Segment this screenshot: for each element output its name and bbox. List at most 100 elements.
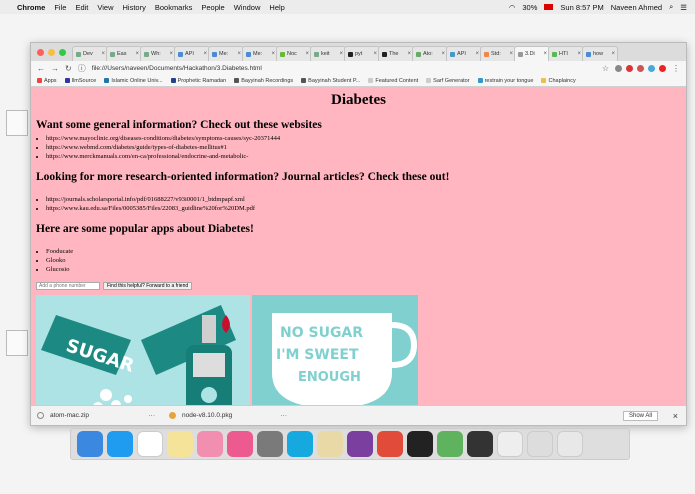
tab[interactable]: Wh: × [140, 46, 176, 61]
apps-heading: Here are some popular apps about Diabete… [36, 223, 254, 235]
link-item[interactable]: https://www.webmd.com/diabetes/guide/typ… [46, 143, 686, 152]
tab[interactable]: Std: × [480, 46, 516, 61]
notes-icon[interactable] [167, 431, 193, 457]
tab[interactable]: Ato: × [412, 46, 448, 61]
tab[interactable]: pyt × [344, 46, 380, 61]
flag-icon[interactable] [544, 4, 554, 10]
tab[interactable]: HTI × [548, 46, 584, 61]
forward-icon[interactable]: → [51, 64, 59, 73]
photos-icon[interactable] [197, 431, 223, 457]
close-icon[interactable]: × [673, 411, 678, 421]
menu-edit[interactable]: Edit [75, 3, 88, 12]
sugar-packet-image: SUGAR [41, 305, 236, 405]
minimize-window-button[interactable] [48, 49, 55, 56]
tab[interactable]: API × [174, 46, 210, 61]
reload-icon[interactable]: ↻ [65, 64, 72, 73]
link-item[interactable]: https://www.merckmanuals.com/en-ca/profe… [46, 152, 686, 161]
system-preferences-icon[interactable] [257, 431, 283, 457]
tab[interactable]: keit × [310, 46, 346, 61]
extension-icon[interactable] [648, 64, 655, 72]
menu-app-name[interactable]: Chrome [17, 3, 45, 12]
bookmark-item[interactable]: Bayyinah Recordings [234, 78, 293, 84]
menu-help[interactable]: Help [269, 3, 284, 12]
show-all-button[interactable]: Show All [622, 410, 658, 421]
skype-icon[interactable] [287, 431, 313, 457]
desktop-file-icon[interactable] [6, 330, 28, 356]
clock[interactable]: Sun 8:57 PM [560, 3, 603, 12]
menu-history[interactable]: History [123, 3, 146, 12]
close-window-button[interactable] [37, 49, 44, 56]
back-icon[interactable]: ← [37, 64, 45, 73]
wifi-icon[interactable]: ◠ [509, 3, 516, 12]
tab[interactable]: Me: × [242, 46, 278, 61]
menu-people[interactable]: People [201, 3, 224, 12]
bookmark-item[interactable]: IlmSource [64, 78, 96, 84]
link-item[interactable]: https://journals.scholarsportal.info/pdf… [46, 195, 686, 204]
bookmark-item[interactable]: restrain your tongue [477, 78, 533, 84]
extension-icon[interactable] [615, 64, 622, 72]
page-title: Diabetes [331, 92, 386, 108]
battery-percent[interactable]: 30% [522, 3, 537, 12]
bookmark-folder[interactable]: Chaplaincy [541, 78, 576, 84]
download-item[interactable]: atom-mac.zip ··· [37, 412, 155, 419]
pages-icon[interactable] [317, 431, 343, 457]
tab[interactable]: Noc × [276, 46, 312, 61]
bookmark-item[interactable]: Prophetic Ramadan [170, 78, 226, 84]
cup-text-line3: ENOUGH [298, 370, 361, 385]
browser-window: Dev × Eas × Wh: × API × Me: × Me: × Noc × keit ×… [30, 42, 687, 426]
menu-file[interactable]: File [54, 3, 66, 12]
terminal-icon[interactable] [407, 431, 433, 457]
tab[interactable]: Dev × [72, 46, 108, 61]
menu-bar: Chrome File Edit View History Bookmarks … [0, 0, 695, 14]
tab[interactable]: Me: × [208, 46, 244, 61]
finder-icon[interactable] [77, 431, 103, 457]
calendar-icon[interactable] [137, 431, 163, 457]
download-item[interactable]: node-v8.10.0.pkg ··· [169, 412, 287, 419]
tab[interactable]: API × [446, 46, 482, 61]
bookmark-star-icon[interactable]: ☆ [602, 64, 609, 73]
forward-button[interactable]: Find this helpful? Forward to a friend [103, 282, 193, 290]
bookmarks-bar: Apps IlmSource Islamic Online Univ... Pr… [31, 75, 686, 87]
bookmark-item[interactable]: Featured Content [368, 78, 418, 84]
menu-bookmarks[interactable]: Bookmarks [155, 3, 193, 12]
cup-text-line1: NO SUGAR [280, 325, 363, 341]
bookmark-apps[interactable]: Apps [37, 78, 57, 84]
desktop-file-icon[interactable] [6, 110, 28, 136]
dock [70, 428, 630, 460]
info-icon[interactable]: ⓘ [78, 63, 86, 74]
bookmark-item[interactable]: Bayyinah Student P... [301, 78, 360, 84]
tab[interactable]: The × [378, 46, 414, 61]
phone-input[interactable] [36, 282, 100, 290]
menu-kebab-icon[interactable]: ⋮ [672, 64, 680, 73]
tab[interactable]: how × [582, 46, 618, 61]
list-icon[interactable]: ☰ [680, 3, 687, 12]
window-controls [31, 49, 72, 61]
link-item[interactable]: https://www.kau.edu.sa/Files/0005385/Fil… [46, 204, 686, 213]
onenote-icon[interactable] [347, 431, 373, 457]
address-bar[interactable]: file:///Users/naveen/Documents/Hackathon… [92, 65, 602, 72]
apps-list: Fooducate Glooko Glucosio [46, 247, 686, 274]
zoom-window-button[interactable] [59, 49, 66, 56]
trash-icon[interactable] [557, 431, 583, 457]
bookmark-item[interactable]: Islamic Online Univ... [104, 78, 163, 84]
menu-window[interactable]: Window [234, 3, 261, 12]
tab-active[interactable]: 3.Di × [514, 46, 550, 61]
search-icon[interactable]: ⌕ [669, 2, 673, 12]
document-icon[interactable] [497, 431, 523, 457]
extension-icon[interactable] [637, 64, 644, 72]
chrome-icon[interactable] [377, 431, 403, 457]
link-item[interactable]: https://www.mayoclinic.org/diseases-cond… [46, 134, 686, 143]
web-page: Diabetes Want some general information? … [31, 87, 686, 405]
bookmark-item[interactable]: Sarf Generator [426, 78, 470, 84]
atom-icon[interactable] [437, 431, 463, 457]
menu-view[interactable]: View [97, 3, 113, 12]
opera-icon[interactable] [659, 64, 666, 72]
downloads-stack-icon[interactable] [527, 431, 553, 457]
general-info-heading: Want some general information? Check out… [36, 119, 322, 131]
screen-recorder-icon[interactable] [467, 431, 493, 457]
app-store-icon[interactable] [107, 431, 133, 457]
user-name[interactable]: Naveen Ahmed [611, 3, 662, 12]
pinterest-icon[interactable] [626, 64, 633, 72]
music-icon[interactable] [227, 431, 253, 457]
tab[interactable]: Eas × [106, 46, 142, 61]
